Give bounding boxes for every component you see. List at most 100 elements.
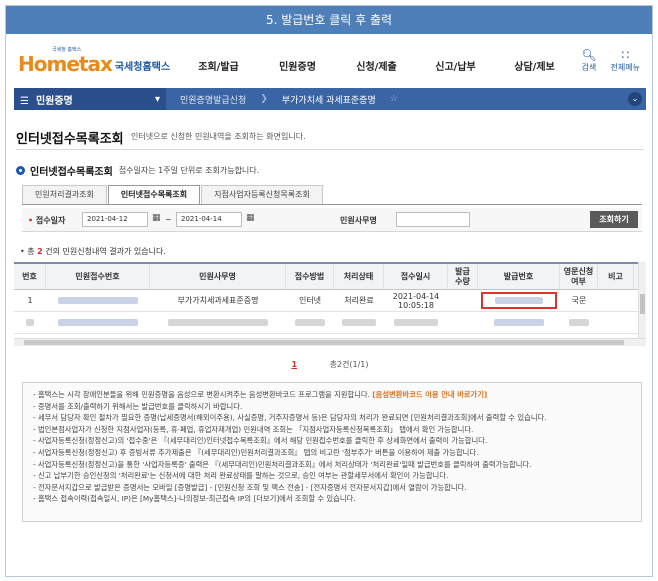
col-receipt-date: 접수일시 xyxy=(384,264,448,289)
notice-item: - 홈택스는 시각 장애인분들을 위해 민원증명을 음성으로 변환시켜주는 음성… xyxy=(33,390,488,399)
col-status: 처리상태 xyxy=(334,264,384,289)
cell-status xyxy=(334,312,384,333)
cell-receipt-number[interactable] xyxy=(46,312,150,333)
search-button[interactable]: 🔍︎ 검색 xyxy=(581,48,596,73)
page-title: 인터넷접수목록조회 xyxy=(16,132,124,147)
cell-issue-number xyxy=(478,290,560,311)
breadcrumb-vat-base-certificate[interactable]: 부가가치세 과세표준증명 xyxy=(268,93,390,106)
chevron-down-icon[interactable]: ⌄ xyxy=(628,92,642,106)
logo-small-text: 국세청 홈택스 xyxy=(52,47,82,53)
menu-item-certificate[interactable]: 민원증명 xyxy=(258,58,337,73)
voice-barcode-link[interactable]: [음성변환바코드 이용 안내 바로가기] xyxy=(372,390,487,399)
cell-remarks xyxy=(598,312,634,333)
col-issue-quantity: 발급 수량 xyxy=(448,264,478,289)
col-method: 접수방법 xyxy=(286,264,334,289)
nav-menu-dropdown[interactable]: ☰ 민원증명 ▾ xyxy=(14,88,166,110)
issue-number-link[interactable] xyxy=(481,292,557,309)
cell-remarks xyxy=(598,290,634,311)
results-table: 번호 민원접수번호 민원사무명 접수방법 처리상태 접수일시 발급 수량 발급번… xyxy=(14,262,646,340)
logo-wordmark: Hometax xyxy=(18,52,113,76)
tab-branch-registration-list[interactable]: 지점사업자등록신청목록조회 xyxy=(201,185,323,204)
search-submit-button[interactable]: 조회하기 xyxy=(590,211,638,228)
calendar-icon[interactable]: ▦ xyxy=(152,213,162,225)
cell-number xyxy=(14,312,46,333)
scrollbar-thumb[interactable] xyxy=(24,340,624,345)
cell-method: 인터넷 xyxy=(298,296,322,305)
full-menu-button[interactable]: ∷ 전체메뉴 xyxy=(611,48,640,73)
date-range-separator: ~ xyxy=(165,215,172,224)
col-number: 번호 xyxy=(14,264,46,289)
breadcrumb-certificate-request[interactable]: 민원증명발급신청 xyxy=(166,93,260,106)
col-receipt-number: 민원접수번호 xyxy=(46,264,150,289)
location-bar: ☰ 민원증명 ▾ 민원증명발급신청 ❯ 부가가치세 과세표준증명 ☆ ⌄ xyxy=(14,88,646,110)
notice-item: - 신고 납부기한 승인신청의 '처리완료'는 신청서에 대한 처리 완료상태를… xyxy=(33,471,449,481)
search-form: • 접수일자 2021-04-12 ▦ ~ 2021-04-14 ▦ 민원사무명… xyxy=(22,208,642,232)
cell-number: 1 xyxy=(27,296,33,305)
table-header: 번호 민원접수번호 민원사무명 접수방법 처리상태 접수일시 발급 수량 발급번… xyxy=(14,262,646,290)
caret-down-icon: ▾ xyxy=(154,93,160,105)
cell-method xyxy=(286,312,334,333)
menu-item-tax-filing[interactable]: 신고/납부 xyxy=(416,58,495,73)
tab-internet-receipt-list[interactable]: 인터넷접수목록조회 xyxy=(107,185,201,205)
col-issue-number: 발급번호 xyxy=(478,264,560,289)
step-banner: 5. 발급번호 클릭 후 출력 xyxy=(6,6,652,34)
office-input[interactable] xyxy=(396,212,470,227)
col-english: 영문신청 여부 xyxy=(560,264,598,289)
cell-receipt-date xyxy=(384,312,448,333)
section-title: 인터넷접수목록조회 xyxy=(30,167,113,178)
breadcrumb-separator-icon: ❯ xyxy=(260,94,268,104)
table-row: 1 부가가치세과세표준증명 인터넷 처리완료 2021-04-14 10:05:1… xyxy=(14,290,646,312)
logo-brand-text: 국세청홈택스 xyxy=(114,62,171,73)
section-note: 접수일자는 1주일 단위로 조회가능합니다. xyxy=(118,166,260,175)
horizontal-scrollbar[interactable] xyxy=(14,338,646,346)
notice-item: - 세무서 담당자 확인 절차가 필요한 증명(납세증명서(해외이주용), 사실… xyxy=(33,413,547,423)
screenshot-frame: 5. 발급번호 클릭 후 출력 국세청 홈택스 Hometax 국세청홈택스 조… xyxy=(5,5,653,577)
top-icons: 🔍︎ 검색 ∷ 전체메뉴 xyxy=(581,48,640,73)
cell-issue-quantity xyxy=(448,290,478,311)
grid-menu-icon: ∷ xyxy=(621,48,630,62)
header: 국세청 홈택스 Hometax 국세청홈택스 조회/발급 민원증명 신청/제출 … xyxy=(14,46,646,86)
notice-item: - 사업자등록신청(정정신고) 후 증빙서류 추가제출은 『(세무대리인)민원처… xyxy=(33,447,479,457)
calendar-icon[interactable]: ▦ xyxy=(246,213,256,225)
menu-item-inquiry[interactable]: 조회/발급 xyxy=(179,58,258,73)
notice-item: - 전자문서지갑으로 발급받은 증명서는 모바일 [증명발급] - [민원신청 … xyxy=(33,482,467,492)
page-total: 총2건(1/1) xyxy=(329,360,369,369)
section-header: 인터넷접수목록조회 접수일자는 1주일 단위로 조회가능합니다. xyxy=(16,163,259,178)
vertical-scrollbar[interactable] xyxy=(638,262,646,340)
cell-english: 국문 xyxy=(571,296,587,305)
start-date-input[interactable]: 2021-04-12 xyxy=(82,212,148,227)
notice-box: - 홈택스는 시각 장애인분들을 위해 민원증명을 음성으로 변환시켜주는 음성… xyxy=(22,382,642,522)
menu-item-application[interactable]: 신청/제출 xyxy=(337,58,416,73)
menu-item-consultation[interactable]: 상담/제보 xyxy=(495,58,574,73)
result-count: • 총 2 건의 민원신청내역 결과가 있습니다. xyxy=(20,247,166,256)
search-icon: 🔍︎ xyxy=(581,48,597,62)
end-date-input[interactable]: 2021-04-14 xyxy=(176,212,242,227)
cell-receipt-number[interactable] xyxy=(46,290,150,311)
scrollbar-thumb[interactable] xyxy=(640,294,645,314)
office-label: 민원사무명 xyxy=(340,216,377,225)
notice-item: - 증명서를 조회/출력하기 위해서는 발급번호를 클릭하시기 바랍니다. xyxy=(33,401,243,411)
cell-office-name xyxy=(150,312,286,333)
pagination: 1 총2건(1/1) xyxy=(6,359,654,370)
main-menu: 조회/발급 민원증명 신청/제출 신고/납부 상담/제보 xyxy=(179,58,574,73)
date-label: • 접수일자 xyxy=(28,216,66,225)
cell-status: 처리완료 xyxy=(344,296,374,305)
cell-receipt-date: 2021-04-14 10:05:18 xyxy=(392,291,440,310)
nav-menu-label: ☰ 민원증명 xyxy=(20,95,73,107)
table-row xyxy=(14,312,646,334)
cell-issue-quantity xyxy=(448,312,478,333)
page-link[interactable]: 1 xyxy=(291,360,297,369)
cell-issue-number[interactable] xyxy=(478,312,560,333)
notice-item: - 법인본점사업자가 신청한 지점사업자(등록, 휴·폐업, 휴업자재개업) 민… xyxy=(33,424,474,434)
cell-english xyxy=(560,312,598,333)
hometax-logo[interactable]: 국세청 홈택스 Hometax 국세청홈택스 xyxy=(18,47,171,76)
notice-item: - 홈택스 접속이력(접속일시, IP)은 [My홈택스]-나의정보-최근접속 … xyxy=(33,494,356,504)
tab-bar: 민원처리결과조회 인터넷접수목록조회 지점사업자등록신청목록조회 xyxy=(22,185,324,205)
col-office-name: 민원사무명 xyxy=(150,264,286,289)
tab-underline xyxy=(22,204,642,205)
col-remarks: 비고 xyxy=(598,264,634,289)
star-icon[interactable]: ☆ xyxy=(390,94,398,104)
tab-processing-result[interactable]: 민원처리결과조회 xyxy=(22,185,107,204)
notice-item: - 사업자등록신청(정정신고)의 '접수중'은 『(세무대리인)인터넷접수목록조… xyxy=(33,436,488,446)
notice-item: - 사업자등록신청(정정신고)을 통한 '사업자등록증' 출력은 『(세무대리인… xyxy=(33,459,532,469)
